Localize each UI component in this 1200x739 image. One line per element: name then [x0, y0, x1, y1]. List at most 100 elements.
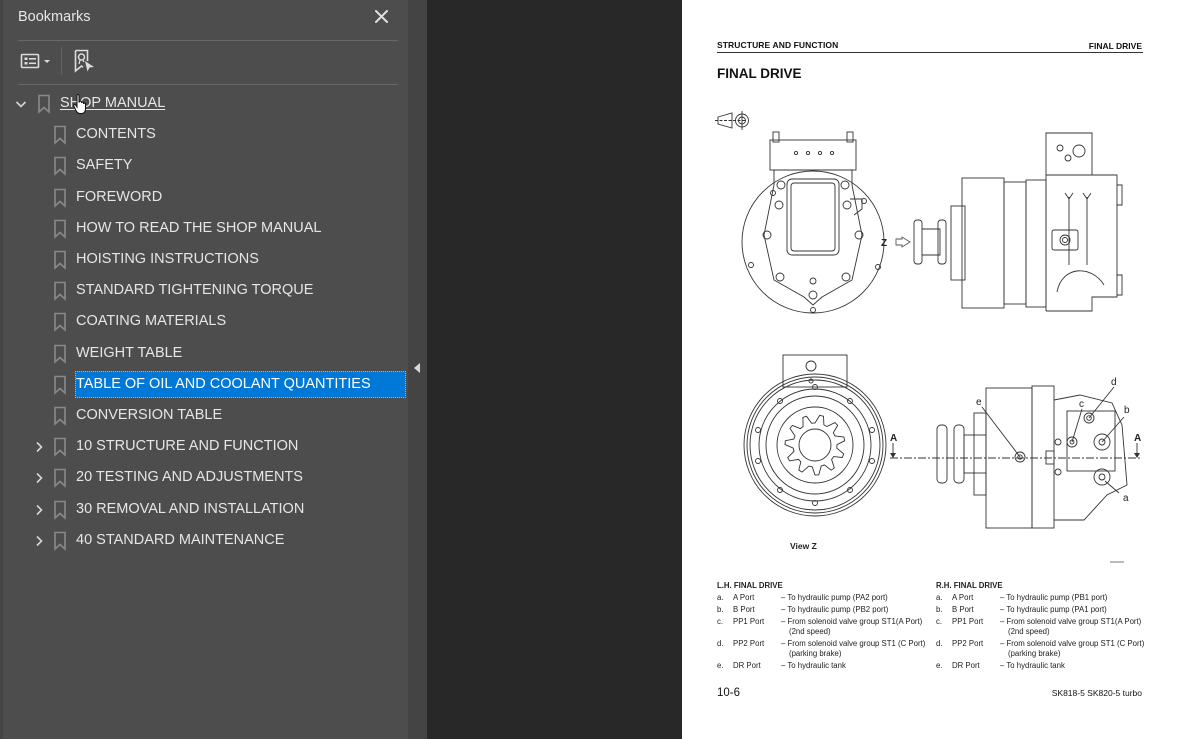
view-z-drawing — [743, 354, 887, 517]
collapse-panel-handle[interactable] — [408, 0, 427, 739]
bookmark-item[interactable]: 30 REMOVAL AND INSTALLATION — [3, 496, 408, 524]
legend-description: – From solenoid valve group ST1(A Port)(… — [1000, 617, 1161, 638]
bookmark-icon — [54, 531, 66, 551]
header-rule — [717, 52, 1143, 53]
bookmark-icon — [38, 94, 50, 114]
bookmark-item[interactable]: HOW TO READ THE SHOP MANUAL — [3, 215, 408, 243]
chevron-right-icon[interactable] — [32, 440, 46, 454]
bookmark-label[interactable]: FOREWORD — [75, 184, 162, 211]
bookmark-label[interactable]: COATING MATERIALS — [75, 308, 226, 335]
bookmark-icon — [54, 312, 66, 332]
legend-port: PP1 Port — [952, 616, 984, 626]
bookmark-item[interactable]: CONTENTS — [3, 121, 408, 149]
bookmark-icon — [54, 281, 66, 301]
spline-gear — [784, 414, 846, 476]
section-label-left: A — [890, 433, 897, 444]
legend-key: b. — [717, 604, 724, 614]
bookmark-label[interactable]: 20 TESTING AND ADJUSTMENTS — [75, 464, 303, 491]
legend-row: e. DR Port – To hydraulic tank — [717, 661, 942, 672]
legend-description: – From solenoid valve group ST1 (C Port)… — [1000, 639, 1161, 660]
legend-description: – From solenoid valve group ST1 (C Port)… — [781, 639, 942, 660]
bookmark-item[interactable]: TABLE OF OIL AND COOLANT QUANTITIES — [3, 371, 408, 399]
legend-description: – To hydraulic pump (PB2 port) — [781, 605, 942, 616]
bookmark-icon — [54, 125, 66, 145]
legend-key: e. — [936, 661, 943, 671]
bookmark-item[interactable]: SAFETY — [3, 152, 408, 180]
legend-description-note: (parking brake) — [789, 649, 842, 659]
legend-description-line: – To hydraulic tank — [1000, 661, 1065, 671]
legend-port: A Port — [952, 593, 974, 602]
bookmark-options-button[interactable] — [18, 48, 56, 74]
bookmark-icon — [54, 500, 66, 520]
section-view-drawing — [890, 385, 1140, 529]
find-current-bookmark-button[interactable] — [70, 47, 98, 75]
toolbar-separator — [61, 47, 62, 75]
bookmark-item[interactable]: CONVERSION TABLE — [3, 402, 408, 430]
chevron-right-icon[interactable] — [32, 534, 46, 548]
bookmark-label[interactable]: STANDARD TIGHTENING TORQUE — [75, 277, 313, 304]
legend-row: c. PP1 Port – From solenoid valve group ST… — [936, 617, 1161, 638]
bookmark-label[interactable]: WEIGHT TABLE — [75, 340, 182, 367]
bookmark-label[interactable]: HOW TO READ THE SHOP MANUAL — [75, 215, 321, 242]
legend-description-note: (2nd speed) — [1008, 627, 1050, 637]
legend-description-line: – From solenoid valve group ST1 (C Port) — [781, 638, 926, 648]
legend-row: b. B Port – To hydraulic pump (PA1 port) — [936, 605, 1161, 616]
bookmark-item[interactable]: 10 STRUCTURE AND FUNCTION — [3, 433, 408, 461]
legend-description: – To hydraulic pump (PA1 port) — [1000, 605, 1161, 616]
bookmark-label[interactable]: 30 REMOVAL AND INSTALLATION — [75, 496, 304, 523]
close-panel-button[interactable] — [371, 6, 393, 28]
legend-description: – To hydraulic pump (PB1 port) — [1000, 593, 1161, 604]
legend-row: a. A Port – To hydraulic pump (PB1 port) — [936, 593, 1161, 604]
front-view-drawing — [741, 131, 885, 314]
close-icon — [375, 10, 388, 23]
legend-key: e. — [717, 661, 724, 671]
page-number: 10-6 — [717, 687, 741, 699]
bookmark-icon — [54, 344, 66, 364]
bookmark-label[interactable]: SAFETY — [75, 152, 132, 179]
bookmark-icon — [54, 406, 66, 426]
projection-symbol-icon — [715, 111, 749, 130]
running-header-topic: FINAL DRIVE — [1088, 41, 1142, 51]
bookmark-icon — [54, 188, 66, 208]
list-options-icon — [20, 53, 50, 69]
bookmark-label[interactable]: CONTENTS — [75, 121, 156, 148]
callout-c: c — [1079, 399, 1084, 410]
legend-description-line: – From solenoid valve group ST1 (C Port) — [1000, 638, 1145, 648]
section-label-right: A — [1134, 433, 1141, 444]
legend-port: A Port — [733, 593, 755, 602]
collapse-left-arrow-icon — [414, 363, 420, 373]
legend-description-line: – To hydraulic pump (PA1 port) — [1000, 604, 1107, 614]
bookmark-item[interactable]: WEIGHT TABLE — [3, 340, 408, 368]
legend-row: c. PP1 Port – From solenoid valve group ST… — [717, 617, 942, 638]
final-drive-drawing: A A Z View Z e c d b a — [715, 111, 1141, 563]
model-label: SK818-5 SK820-5 turbo — [1051, 688, 1142, 698]
legend-key: d. — [717, 638, 724, 648]
bookmark-label[interactable]: TABLE OF OIL AND COOLANT QUANTITIES — [75, 371, 406, 398]
chevron-right-icon[interactable] — [32, 471, 46, 485]
bookmark-label[interactable]: CONVERSION TABLE — [75, 402, 222, 429]
bookmark-label[interactable]: HOISTING INSTRUCTIONS — [75, 246, 259, 273]
bookmarks-panel: Bookmarks SHOP MANUAL CONTENTS SAFETY FOREW… — [0, 0, 408, 739]
hand-cursor-icon — [73, 94, 86, 114]
bookmark-label[interactable]: 40 STANDARD MAINTENANCE — [75, 527, 284, 554]
bookmark-item[interactable]: FOREWORD — [3, 184, 408, 212]
chevron-right-icon[interactable] — [32, 503, 46, 517]
legend-port: B Port — [952, 604, 974, 614]
legend-port: DR Port — [733, 661, 761, 671]
bookmark-label[interactable]: 10 STRUCTURE AND FUNCTION — [75, 433, 298, 460]
bookmark-icon — [54, 437, 66, 457]
bookmark-item[interactable]: 40 STANDARD MAINTENANCE — [3, 527, 408, 555]
legend-description-note: (2nd speed) — [789, 627, 831, 637]
legend-port: PP1 Port — [733, 616, 765, 626]
legend-description-line: – To hydraulic tank — [781, 661, 846, 671]
legend-row: d. PP2 Port – From solenoid valve group ST… — [936, 639, 1161, 660]
bookmark-item[interactable]: HOISTING INSTRUCTIONS — [3, 246, 408, 274]
bookmark-item[interactable]: SHOP MANUAL — [3, 90, 408, 118]
bookmark-item[interactable]: COATING MATERIALS — [3, 308, 408, 336]
legend-key: c. — [717, 616, 724, 626]
bookmark-item[interactable]: STANDARD TIGHTENING TORQUE — [3, 277, 408, 305]
legend-row: d. PP2 Port – From solenoid valve group ST… — [717, 639, 942, 660]
bookmark-item[interactable]: 20 TESTING AND ADJUSTMENTS — [3, 464, 408, 492]
chevron-down-icon[interactable] — [14, 97, 28, 111]
bookmark-icon — [54, 250, 66, 270]
